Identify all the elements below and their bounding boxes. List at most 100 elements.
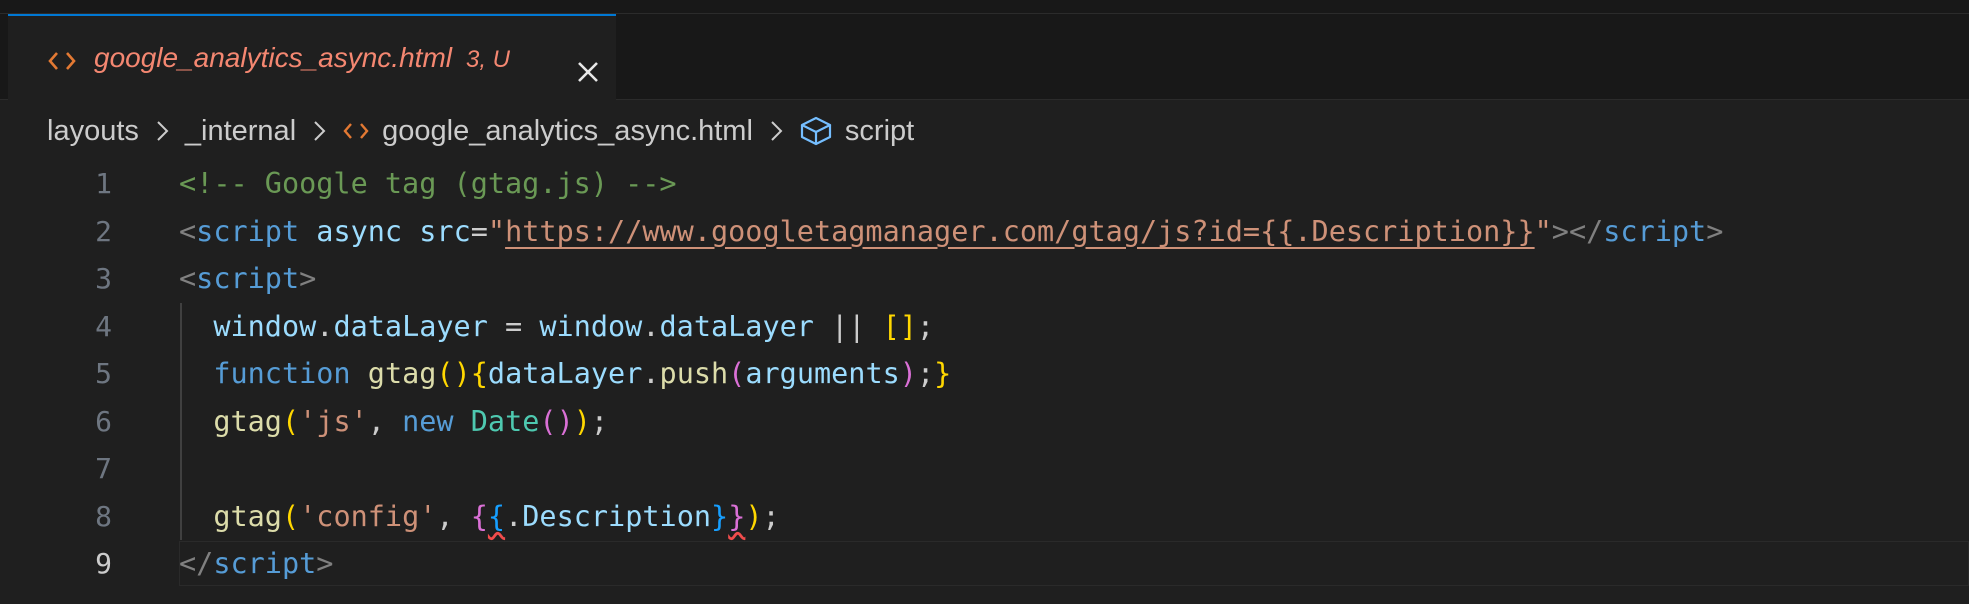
code-editor[interactable]: 1 <!-- Google tag (gtag.js) --> 2 <script a… bbox=[0, 158, 1969, 604]
code-text: gtag('config', {{.Description}}); bbox=[179, 493, 779, 540]
code-token: arguments bbox=[745, 357, 900, 390]
code-line[interactable]: 9 </script> bbox=[0, 540, 1969, 587]
code-token: window bbox=[213, 309, 317, 343]
html-code-icon bbox=[342, 120, 370, 142]
code-token: < bbox=[179, 262, 197, 295]
code-line[interactable]: 1 <!-- Google tag (gtag.js) --> bbox=[0, 160, 1969, 207]
code-token: { bbox=[470, 499, 488, 533]
code-token: ) bbox=[745, 499, 763, 533]
breadcrumb-item-internal[interactable]: _internal bbox=[185, 115, 296, 148]
chevron-right-icon bbox=[763, 118, 789, 144]
code-text: <script> bbox=[179, 255, 316, 302]
html-code-icon bbox=[42, 46, 82, 76]
code-token: push bbox=[659, 357, 729, 390]
line-number: 8 bbox=[95, 499, 112, 533]
code-token: = bbox=[470, 214, 488, 248]
code-token: > bbox=[316, 547, 334, 580]
code-token: " bbox=[1534, 214, 1552, 248]
code-token: gtag bbox=[213, 404, 282, 438]
code-token: Date bbox=[470, 404, 540, 438]
code-token: 'js' bbox=[299, 404, 368, 438]
code-token: ; bbox=[590, 404, 609, 438]
code-token: . bbox=[642, 309, 660, 343]
tab-status-badge: 3, U bbox=[465, 46, 510, 73]
code-token: window bbox=[539, 309, 643, 343]
code-token: { bbox=[470, 357, 488, 390]
code-line[interactable]: 8 gtag('config', {{.Description}}); bbox=[0, 493, 1969, 540]
code-token: . bbox=[316, 309, 334, 343]
breadcrumb-item-layouts[interactable]: layouts bbox=[47, 115, 139, 148]
tab-label: google_analytics_async.html 3, U bbox=[94, 16, 510, 100]
code-text: <!-- Google tag (gtag.js) --> bbox=[179, 160, 677, 207]
code-token: = bbox=[487, 309, 540, 343]
code-token: . bbox=[642, 357, 660, 390]
code-token: script bbox=[1603, 214, 1707, 248]
code-line[interactable]: 2 <script async src="https://www.googleta… bbox=[0, 208, 1969, 255]
code-line[interactable]: 6 gtag('js', new Date()); bbox=[0, 398, 1969, 445]
line-number: 3 bbox=[95, 262, 112, 295]
code-token: new bbox=[402, 404, 454, 438]
code-text: function gtag(){dataLayer.push(arguments… bbox=[179, 350, 951, 397]
breadcrumb-item-file[interactable]: google_analytics_async.html bbox=[342, 115, 753, 148]
code-token: } bbox=[728, 499, 746, 533]
code-token: dataLayer bbox=[333, 309, 488, 343]
indent-guide bbox=[180, 302, 182, 540]
code-token: <!-- Google tag (gtag.js) --> bbox=[179, 167, 677, 200]
code-line[interactable]: 7 bbox=[0, 445, 1969, 492]
chevron-right-icon bbox=[149, 118, 175, 144]
code-token: > bbox=[299, 262, 317, 295]
code-token: [] bbox=[882, 309, 917, 343]
code-token: { bbox=[487, 499, 506, 533]
code-text: <script async src="https://www.googletag… bbox=[179, 208, 1723, 255]
code-token: 'config' bbox=[299, 499, 437, 533]
cube-symbol-icon bbox=[799, 116, 833, 146]
code-token: </ bbox=[179, 547, 214, 580]
code-text: gtag('js', new Date()); bbox=[179, 398, 608, 445]
code-text: </script> bbox=[179, 540, 333, 587]
code-token: , bbox=[367, 404, 403, 438]
close-icon[interactable] bbox=[574, 58, 602, 86]
chevron-right-icon bbox=[306, 118, 332, 144]
line-number: 4 bbox=[95, 309, 112, 343]
code-token: gtag bbox=[213, 499, 282, 533]
code-token: ( bbox=[281, 499, 300, 533]
code-line[interactable]: 4 window.dataLayer = window.dataLayer ||… bbox=[0, 303, 1969, 350]
breadcrumb-item-script[interactable]: script bbox=[799, 115, 914, 148]
code-token: dataLayer bbox=[659, 309, 814, 343]
current-line-highlight bbox=[179, 541, 1969, 586]
line-number: 5 bbox=[95, 357, 112, 390]
tab-google-analytics-async[interactable]: google_analytics_async.html 3, U bbox=[8, 14, 616, 100]
code-token: ></ bbox=[1551, 214, 1604, 248]
code-token: < bbox=[179, 214, 197, 248]
title-strip bbox=[0, 0, 1969, 14]
code-token: gtag bbox=[367, 357, 437, 390]
line-number: 9 bbox=[95, 547, 112, 580]
code-token: function bbox=[213, 357, 351, 390]
breadcrumb-script-label: script bbox=[844, 114, 915, 147]
code-line[interactable]: 5 function gtag(){dataLayer.push(argumen… bbox=[0, 350, 1969, 397]
code-token: script bbox=[196, 262, 300, 295]
tab-bar: google_analytics_async.html 3, U bbox=[0, 14, 1969, 100]
code-token: script bbox=[196, 214, 300, 248]
code-token: dataLayer bbox=[487, 357, 643, 390]
code-token: > bbox=[1706, 214, 1724, 248]
code-token: " bbox=[487, 214, 506, 248]
code-token: } bbox=[711, 499, 729, 533]
code-token: ( bbox=[728, 357, 746, 390]
line-number: 7 bbox=[95, 452, 112, 485]
code-token: ; bbox=[916, 357, 935, 390]
code-token: () bbox=[436, 357, 471, 390]
code-line[interactable]: 3 <script> bbox=[0, 255, 1969, 302]
line-number: 1 bbox=[95, 167, 112, 200]
breadcrumb: layouts _internal google_analytics_async… bbox=[47, 109, 914, 153]
code-token: () bbox=[539, 404, 574, 438]
line-number: 2 bbox=[95, 214, 112, 248]
code-token: src bbox=[419, 214, 471, 248]
